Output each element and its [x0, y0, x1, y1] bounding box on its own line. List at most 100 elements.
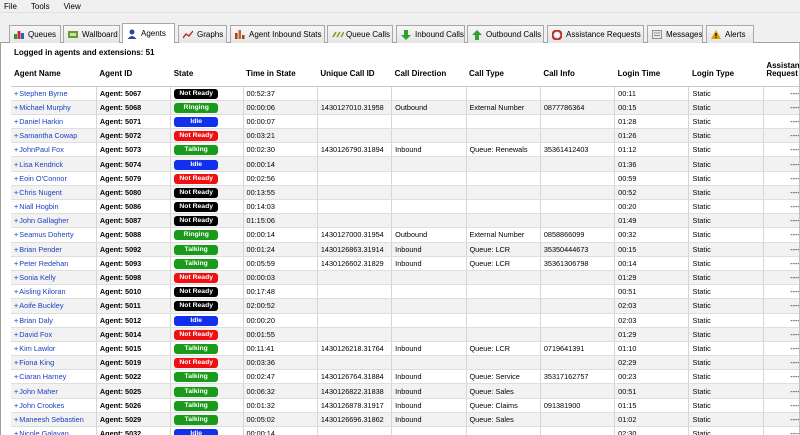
expand-plus-icon[interactable]: +	[14, 160, 18, 169]
expand-plus-icon[interactable]: +	[14, 117, 18, 126]
table-row[interactable]: +JohnPaul Fox Agent: 5073 Talking 00:02:30 1…	[11, 142, 800, 158]
col-agent-name[interactable]: Agent Name	[11, 61, 97, 87]
tab-queues[interactable]: Queues	[9, 25, 61, 43]
expand-plus-icon[interactable]: +	[14, 230, 18, 239]
tab-queue-calls[interactable]: Queue Calls	[327, 25, 393, 43]
table-row[interactable]: +Fiona King Agent: 5019 Not Ready 00:03:36 0…	[11, 355, 800, 371]
agent-name[interactable]: Nicole Galavan	[19, 429, 68, 435]
tab-assistance-requests[interactable]: Assistance Requests	[547, 25, 644, 43]
agent-name-cell[interactable]: +Ciaran Harney	[11, 369, 97, 385]
table-row[interactable]: +John Crookes Agent: 5026 Talking 00:01:32 1…	[11, 398, 800, 413]
expand-plus-icon[interactable]: +	[14, 301, 18, 310]
tab-messages[interactable]: Messages	[647, 25, 703, 43]
col-state[interactable]: State	[170, 61, 244, 87]
expand-plus-icon[interactable]: +	[14, 429, 18, 435]
table-row[interactable]: +David Fox Agent: 5014 Not Ready 00:01:55 01…	[11, 327, 800, 342]
agent-name-cell[interactable]: +David Fox	[11, 327, 97, 342]
agent-name-cell[interactable]: +Aisling Kiloran	[11, 284, 97, 300]
agent-name[interactable]: Brian Daly	[19, 316, 53, 325]
agent-name-cell[interactable]: +Daniel Harkin	[11, 114, 97, 130]
agent-name-cell[interactable]: +Michael Murphy	[11, 100, 97, 115]
agent-name[interactable]: David Fox	[19, 330, 52, 339]
table-row[interactable]: +Daniel Harkin Agent: 5071 Idle 00:00:07 01:…	[11, 114, 800, 130]
agent-name-cell[interactable]: +John Gallagher	[11, 213, 97, 229]
expand-plus-icon[interactable]: +	[14, 330, 18, 339]
table-row[interactable]: +Seamus Doherty Agent: 5088 Ringing 00:00:1…	[11, 227, 800, 243]
agent-name-cell[interactable]: +Brian Pender	[11, 242, 97, 257]
table-row[interactable]: +Peter Redehan Agent: 5093 Talking 00:05:59…	[11, 256, 800, 271]
agent-name[interactable]: Michael Murphy	[19, 103, 71, 112]
agent-name-cell[interactable]: +Brian Daly	[11, 313, 97, 328]
agent-name[interactable]: Niall Hogbin	[19, 202, 58, 211]
expand-plus-icon[interactable]: +	[14, 188, 18, 197]
agent-name-cell[interactable]: +Niall Hogbin	[11, 199, 97, 215]
agent-name-cell[interactable]: +Nicole Galavan	[11, 426, 97, 435]
col-login-type[interactable]: Login Type	[688, 61, 764, 87]
agent-name[interactable]: Stephen Byrne	[19, 89, 67, 98]
table-row[interactable]: +Michael Murphy Agent: 5068 Ringing 00:00:0…	[11, 100, 800, 115]
agent-name-cell[interactable]: +John Maher	[11, 383, 97, 399]
table-row[interactable]: +Maneesh Sebastien Agent: 5029 Talking 00:0…	[11, 412, 800, 428]
table-row[interactable]: +Brian Pender Agent: 5092 Talking 00:01:24 1…	[11, 242, 800, 257]
table-row[interactable]: +Eoin O'Connor Agent: 5079 Not Ready 00:02:…	[11, 171, 800, 186]
agent-name[interactable]: Daniel Harkin	[19, 117, 63, 126]
table-row[interactable]: +Chris Nugent Agent: 5080 Not Ready 00:13:5…	[11, 185, 800, 201]
expand-plus-icon[interactable]: +	[14, 415, 18, 424]
col-call-info[interactable]: Call Info	[540, 61, 615, 87]
table-row[interactable]: +Aoife Buckley Agent: 5011 Not Ready 02:00:…	[11, 298, 800, 314]
table-row[interactable]: +Lisa Kendrick Agent: 5074 Idle 00:00:14 01:…	[11, 156, 800, 172]
col-login-time[interactable]: Login Time	[614, 61, 689, 87]
menu-file[interactable]: File	[4, 2, 17, 11]
expand-plus-icon[interactable]: +	[14, 216, 18, 225]
agent-name-cell[interactable]: +Sonia Kelly	[11, 270, 97, 286]
agent-name[interactable]: Samantha Cowap	[19, 131, 77, 140]
expand-plus-icon[interactable]: +	[14, 202, 18, 211]
agent-name[interactable]: Peter Redehan	[19, 259, 68, 268]
agent-name[interactable]: Aoife Buckley	[19, 301, 63, 310]
agent-name[interactable]: Brian Pender	[19, 245, 62, 254]
agent-name-cell[interactable]: +Chris Nugent	[11, 185, 97, 201]
tab-graphs[interactable]: Graphs	[178, 25, 227, 43]
agent-name-cell[interactable]: +Eoin O'Connor	[11, 171, 97, 186]
tab-agent-inbound-stats[interactable]: Agent Inbound Stats	[230, 25, 325, 43]
table-row[interactable]: +Kim Lawlor Agent: 5015 Talking 00:11:41 143…	[11, 341, 800, 357]
agent-name-cell[interactable]: +John Crookes	[11, 398, 97, 413]
agent-name[interactable]: JohnPaul Fox	[19, 145, 64, 154]
col-assistance-request[interactable]: Assistance Request	[763, 61, 800, 87]
expand-plus-icon[interactable]: +	[14, 245, 18, 254]
expand-plus-icon[interactable]: +	[14, 344, 18, 353]
agent-name-cell[interactable]: +Peter Redehan	[11, 256, 97, 271]
expand-plus-icon[interactable]: +	[14, 387, 18, 396]
expand-plus-icon[interactable]: +	[14, 103, 18, 112]
agent-name[interactable]: Fiona King	[19, 358, 54, 367]
agent-name[interactable]: John Gallagher	[19, 216, 69, 225]
col-time-in-state[interactable]: Time in State	[243, 61, 318, 87]
table-row[interactable]: +Sonia Kelly Agent: 5098 Not Ready 00:00:03…	[11, 270, 800, 286]
agent-name[interactable]: Eoin O'Connor	[19, 174, 67, 183]
table-row[interactable]: +Brian Daly Agent: 5012 Idle 00:00:20 02:03 S…	[11, 313, 800, 328]
expand-plus-icon[interactable]: +	[14, 401, 18, 410]
agent-name-cell[interactable]: +Maneesh Sebastien	[11, 412, 97, 428]
agent-name-cell[interactable]: +Fiona King	[11, 355, 97, 371]
col-agent-id[interactable]: Agent ID	[96, 61, 171, 87]
menu-tools[interactable]: Tools	[31, 2, 50, 11]
table-row[interactable]: +Niall Hogbin Agent: 5086 Not Ready 00:14:0…	[11, 199, 800, 215]
table-row[interactable]: +John Maher Agent: 5025 Talking 00:06:32 143…	[11, 383, 800, 399]
agent-name[interactable]: Chris Nugent	[19, 188, 62, 197]
table-row[interactable]: +Ciaran Harney Agent: 5022 Talking 00:02:47…	[11, 369, 800, 385]
col-unique-call-id[interactable]: Unique Call ID	[317, 61, 392, 87]
agent-name[interactable]: Seamus Doherty	[19, 230, 73, 239]
expand-plus-icon[interactable]: +	[14, 372, 18, 381]
agent-name[interactable]: Aisling Kiloran	[19, 287, 65, 296]
table-row[interactable]: +Aisling Kiloran Agent: 5010 Not Ready 00:1…	[11, 284, 800, 300]
agent-name[interactable]: Sonia Kelly	[19, 273, 56, 282]
agent-name-cell[interactable]: +Aoife Buckley	[11, 298, 97, 314]
tab-outbound-calls[interactable]: Outbound Calls	[467, 25, 544, 43]
col-call-type[interactable]: Call Type	[466, 61, 541, 87]
expand-plus-icon[interactable]: +	[14, 316, 18, 325]
tab-wallboard[interactable]: Wallboard	[63, 25, 120, 43]
agent-name[interactable]: John Crookes	[19, 401, 64, 410]
expand-plus-icon[interactable]: +	[14, 287, 18, 296]
table-row[interactable]: +Stephen Byrne Agent: 5067 Not Ready 00:52:…	[11, 86, 800, 101]
expand-plus-icon[interactable]: +	[14, 273, 18, 282]
